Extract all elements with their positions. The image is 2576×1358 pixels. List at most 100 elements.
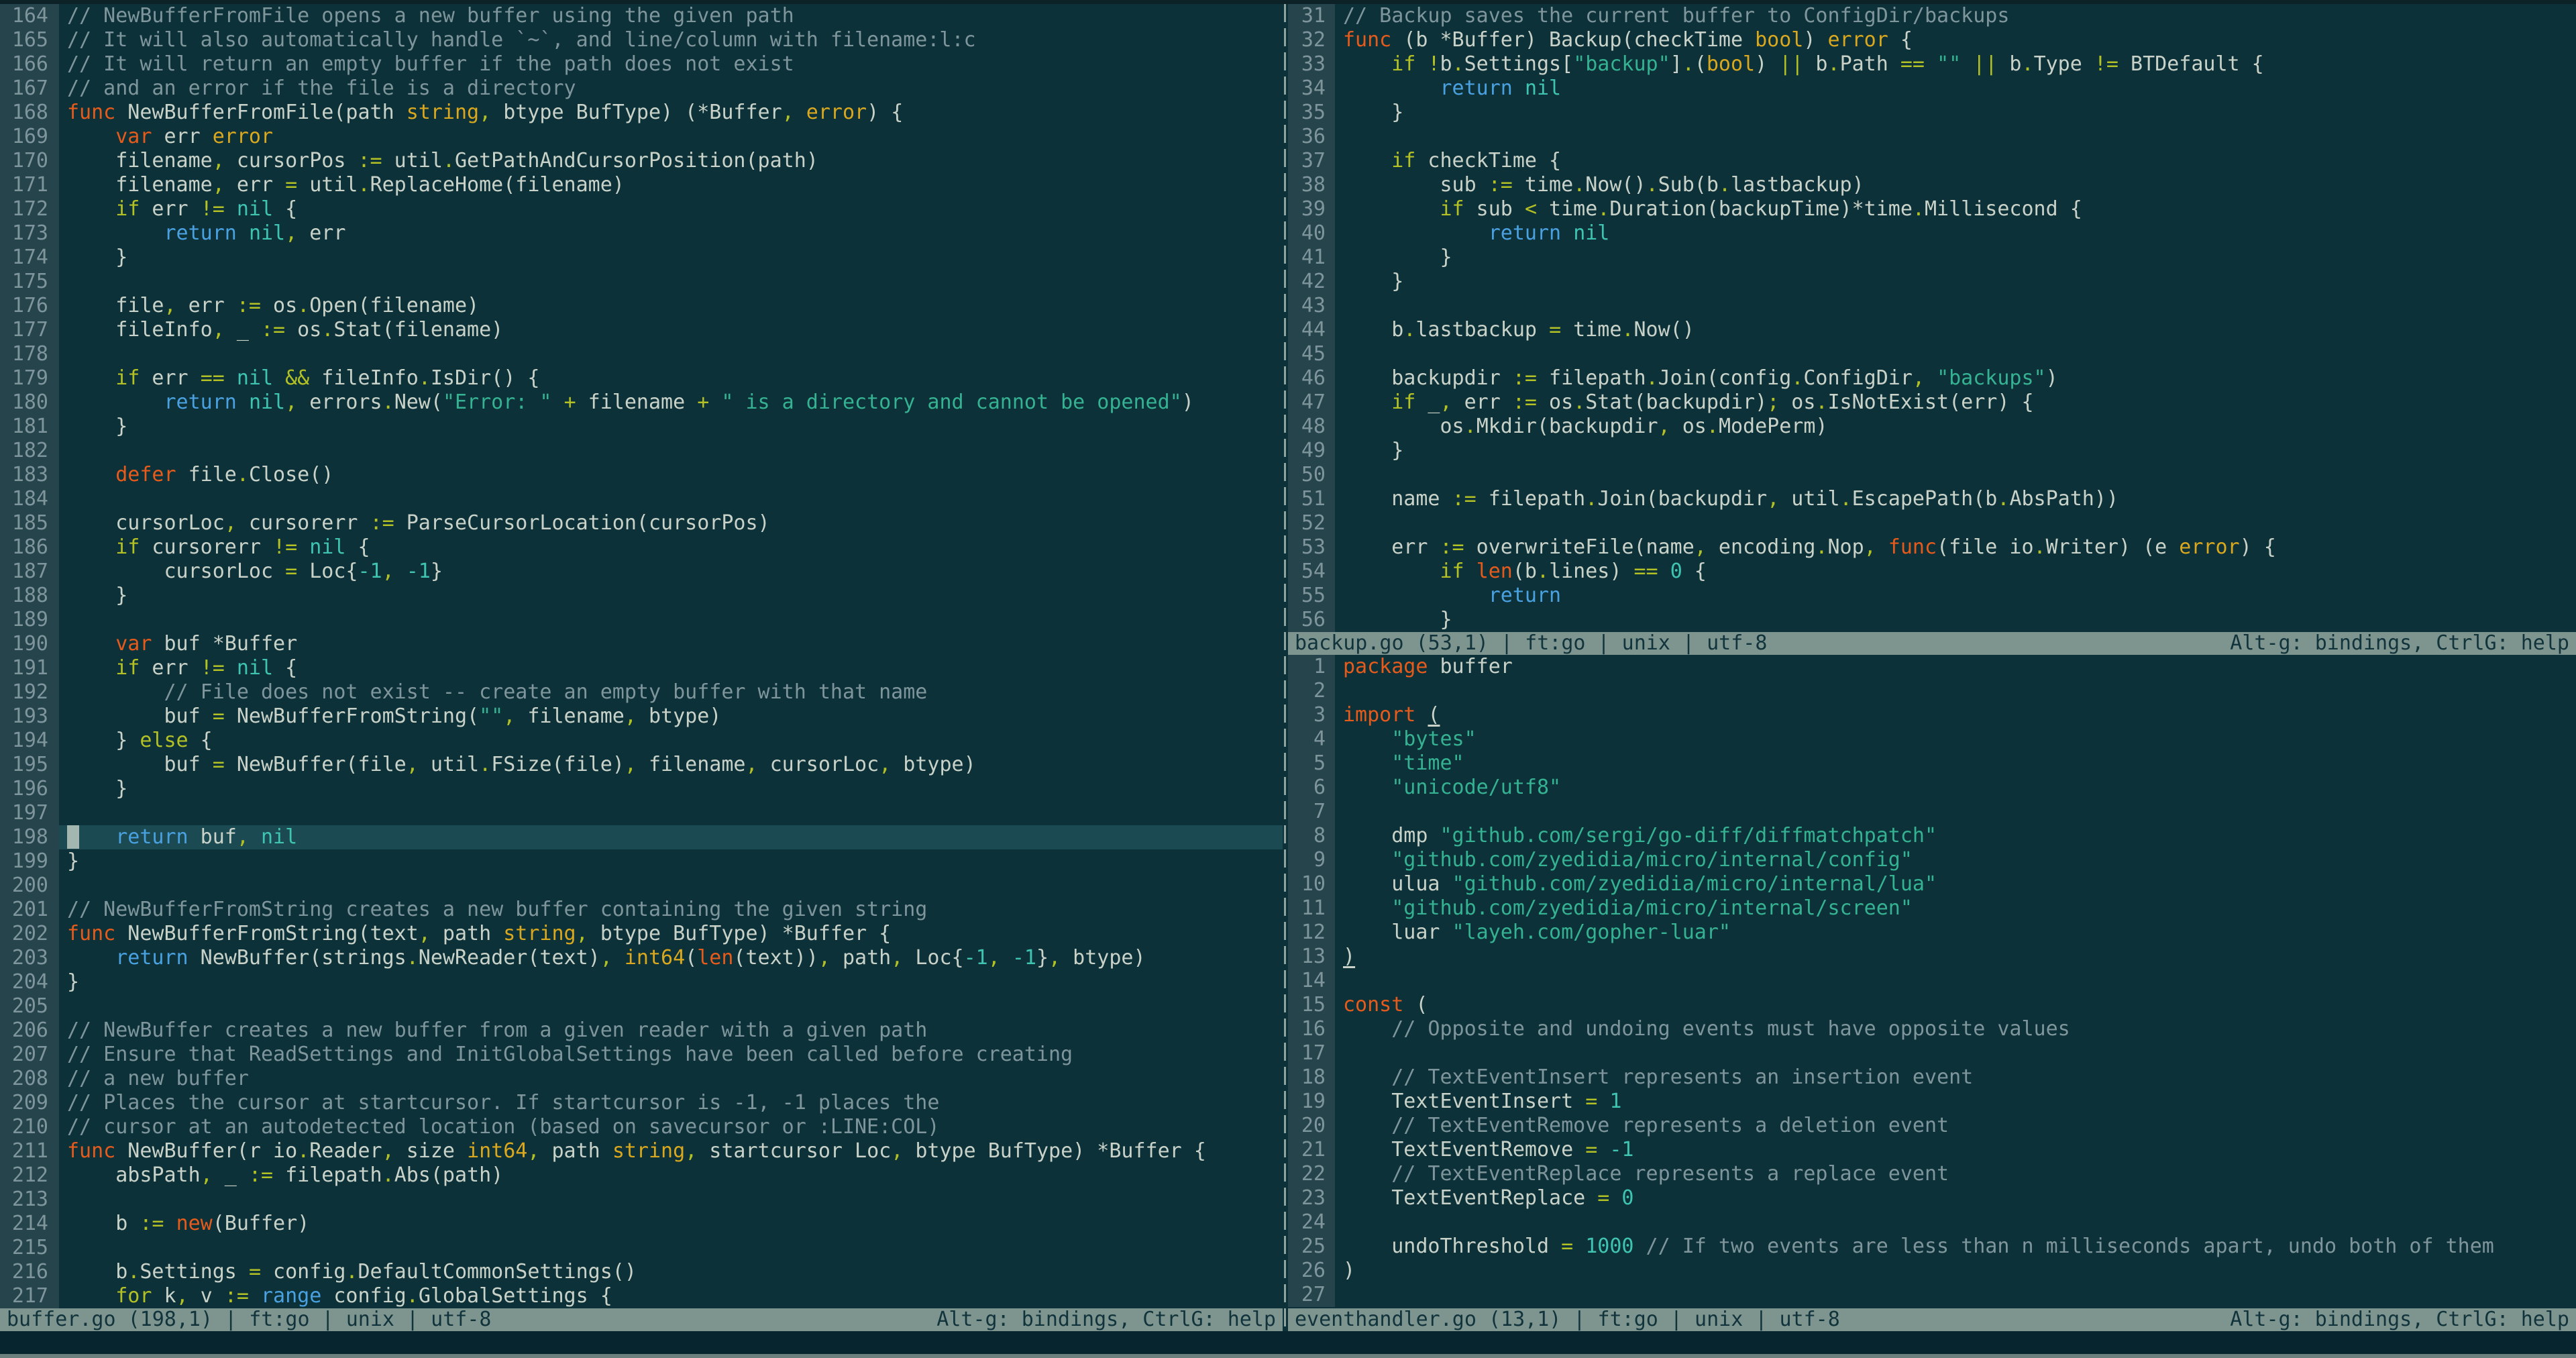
code-line[interactable]: 190 var buf *Buffer	[0, 632, 1283, 656]
code-line[interactable]: 44 b.lastbackup = time.Now()	[1288, 318, 2576, 342]
code-line[interactable]: 210 // cursor at an autodetected location…	[0, 1115, 1283, 1139]
code-line[interactable]: 25 undoThreshold = 1000 // If two events…	[1288, 1235, 2576, 1259]
code-line[interactable]: 55 return	[1288, 584, 2576, 608]
code-line[interactable]: 185 cursorLoc, cursorerr := ParseCursorL…	[0, 511, 1283, 535]
code-line[interactable]: 13)	[1288, 945, 2576, 969]
code-line[interactable]: 167 // and an error if the file is a dire…	[0, 76, 1283, 101]
code-line[interactable]: 14	[1288, 969, 2576, 993]
code-line[interactable]: 170 filename, cursorPos := util.GetPathA…	[0, 149, 1283, 173]
code-line[interactable]: 54 if len(b.lines) == 0 {	[1288, 560, 2576, 584]
code-line[interactable]: 5 "time"	[1288, 751, 2576, 776]
code-line[interactable]: 33 if !b.Settings["backup"].(bool) || b.…	[1288, 52, 2576, 76]
code-line[interactable]: 19 TextEventInsert = 1	[1288, 1090, 2576, 1114]
pane-divider[interactable]	[1283, 4, 1288, 1331]
code-line[interactable]: 38 sub := time.Now().Sub(b.lastbackup)	[1288, 173, 2576, 197]
code-line[interactable]: 39 if sub < time.Duration(backupTime)*ti…	[1288, 197, 2576, 221]
code-line[interactable]: 173 return nil, err	[0, 221, 1283, 246]
code-line[interactable]: 31 // Backup saves the current buffer to …	[1288, 4, 2576, 28]
code-line[interactable]: 49 }	[1288, 439, 2576, 463]
code-line[interactable]: 52	[1288, 511, 2576, 535]
code-line[interactable]: 36	[1288, 125, 2576, 149]
code-line[interactable]: 35 }	[1288, 101, 2576, 125]
code-line[interactable]: 196 }	[0, 777, 1283, 801]
code-line[interactable]: 7	[1288, 800, 2576, 824]
code-line[interactable]: 23 TextEventReplace = 0	[1288, 1186, 2576, 1210]
code-line[interactable]: 207 // Ensure that ReadSettings and InitG…	[0, 1043, 1283, 1067]
code-line[interactable]: 183 defer file.Close()	[0, 463, 1283, 487]
code-line[interactable]: 50	[1288, 463, 2576, 487]
code-line[interactable]: 168 func NewBufferFromFile(path string, b…	[0, 101, 1283, 125]
code-line[interactable]: 37 if checkTime {	[1288, 149, 2576, 173]
code-line[interactable]: 209 // Places the cursor at startcursor. …	[0, 1091, 1283, 1115]
editor-pane-eventhandler-go[interactable]: 1 package buffer 2 3 import (4 "bytes" 5 "tim…	[1288, 655, 2576, 1308]
code-line[interactable]: 34 return nil	[1288, 76, 2576, 101]
editor-pane-backup-go[interactable]: 31 // Backup saves the current buffer to …	[1288, 4, 2576, 632]
code-line[interactable]: 217 for k, v := range config.GlobalSetti…	[0, 1284, 1283, 1308]
code-line[interactable]: 195 buf = NewBuffer(file, util.FSize(fil…	[0, 753, 1283, 777]
code-line[interactable]: 21 TextEventRemove = -1	[1288, 1138, 2576, 1162]
code-line[interactable]: 187 cursorLoc = Loc{-1, -1}	[0, 560, 1283, 584]
code-line[interactable]: 4 "bytes"	[1288, 727, 2576, 751]
code-line[interactable]: 197	[0, 801, 1283, 825]
code-line[interactable]: 166 // It will return an empty buffer if …	[0, 52, 1283, 76]
code-line[interactable]: 216 b.Settings = config.DefaultCommonSet…	[0, 1260, 1283, 1284]
code-line[interactable]: 40 return nil	[1288, 221, 2576, 246]
code-line[interactable]: 188 }	[0, 584, 1283, 608]
code-line[interactable]: 214 b := new(Buffer)	[0, 1212, 1283, 1236]
command-line[interactable]	[0, 1331, 2576, 1354]
code-line[interactable]: 202 func NewBufferFromString(text, path s…	[0, 922, 1283, 946]
code-line[interactable]: 3 import (	[1288, 703, 2576, 727]
code-line[interactable]: 201 // NewBufferFromString creates a new …	[0, 898, 1283, 922]
code-line[interactable]: 182	[0, 439, 1283, 463]
code-line[interactable]: 205	[0, 994, 1283, 1018]
code-line[interactable]: 184	[0, 487, 1283, 511]
code-line[interactable]: 164 // NewBufferFromFile opens a new buff…	[0, 4, 1283, 28]
code-line[interactable]: 26)	[1288, 1259, 2576, 1283]
code-line[interactable]: 42 }	[1288, 270, 2576, 294]
code-line[interactable]: 176 file, err := os.Open(filename)	[0, 294, 1283, 318]
code-line[interactable]: 1 package buffer	[1288, 655, 2576, 679]
editor-pane-buffer-go[interactable]: 164 // NewBufferFromFile opens a new buff…	[0, 4, 1283, 1308]
code-line[interactable]: 12 luar "layeh.com/gopher-luar"	[1288, 921, 2576, 945]
code-line[interactable]: 6 "unicode/utf8"	[1288, 776, 2576, 800]
code-line[interactable]: 9 "github.com/zyedidia/micro/internal/co…	[1288, 848, 2576, 872]
code-line[interactable]: 211 func NewBuffer(r io.Reader, size int6…	[0, 1139, 1283, 1163]
code-line[interactable]: 8 dmp "github.com/sergi/go-diff/diffmatc…	[1288, 824, 2576, 848]
code-line[interactable]: 11 "github.com/zyedidia/micro/internal/s…	[1288, 896, 2576, 921]
code-line[interactable]: 199}	[0, 849, 1283, 874]
code-line[interactable]: 53 err := overwriteFile(name, encoding.N…	[1288, 535, 2576, 560]
code-line[interactable]: 194 } else {	[0, 729, 1283, 753]
code-line[interactable]: 32 func (b *Buffer) Backup(checkTime bool…	[1288, 28, 2576, 52]
code-line[interactable]: 203 return NewBuffer(strings.NewReader(t…	[0, 946, 1283, 970]
code-line[interactable]: 43	[1288, 294, 2576, 318]
code-line[interactable]: 172 if err != nil {	[0, 197, 1283, 221]
code-line[interactable]: 48 os.Mkdir(backupdir, os.ModePerm)	[1288, 415, 2576, 439]
code-line[interactable]: 51 name := filepath.Join(backupdir, util…	[1288, 487, 2576, 511]
code-line[interactable]: 206 // NewBuffer creates a new buffer fro…	[0, 1018, 1283, 1043]
code-line[interactable]: 212 absPath, _ := filepath.Abs(path)	[0, 1163, 1283, 1188]
code-line[interactable]: 10 ulua "github.com/zyedidia/micro/inter…	[1288, 872, 2576, 896]
code-line[interactable]: 213	[0, 1188, 1283, 1212]
code-line[interactable]: 169 var err error	[0, 125, 1283, 149]
code-line[interactable]: 17	[1288, 1041, 2576, 1065]
code-line[interactable]: 204}	[0, 970, 1283, 994]
code-line[interactable]: 165 // It will also automatically handle …	[0, 28, 1283, 52]
code-line[interactable]: 16 // Opposite and undoing events must h…	[1288, 1017, 2576, 1041]
code-line[interactable]: 171 filename, err = util.ReplaceHome(fil…	[0, 173, 1283, 197]
code-line[interactable]: 174 }	[0, 246, 1283, 270]
code-line[interactable]: 56 }	[1288, 608, 2576, 632]
code-line[interactable]: 18 // TextEventInsert represents an inse…	[1288, 1065, 2576, 1090]
code-line[interactable]: 200	[0, 874, 1283, 898]
code-line[interactable]: 47 if _, err := os.Stat(backupdir); os.I…	[1288, 390, 2576, 415]
code-line[interactable]: 24	[1288, 1210, 2576, 1235]
code-line[interactable]: 45	[1288, 342, 2576, 366]
code-line[interactable]: 215	[0, 1236, 1283, 1260]
code-line[interactable]: 192 // File does not exist -- create an …	[0, 680, 1283, 704]
code-line[interactable]: 198 return buf, nil	[0, 825, 1283, 849]
code-line[interactable]: 179 if err == nil && fileInfo.IsDir() {	[0, 366, 1283, 390]
code-line[interactable]: 181 }	[0, 415, 1283, 439]
code-line[interactable]: 186 if cursorerr != nil {	[0, 535, 1283, 560]
code-line[interactable]: 180 return nil, errors.New("Error: " + f…	[0, 390, 1283, 415]
code-line[interactable]: 177 fileInfo, _ := os.Stat(filename)	[0, 318, 1283, 342]
code-line[interactable]: 2	[1288, 679, 2576, 703]
